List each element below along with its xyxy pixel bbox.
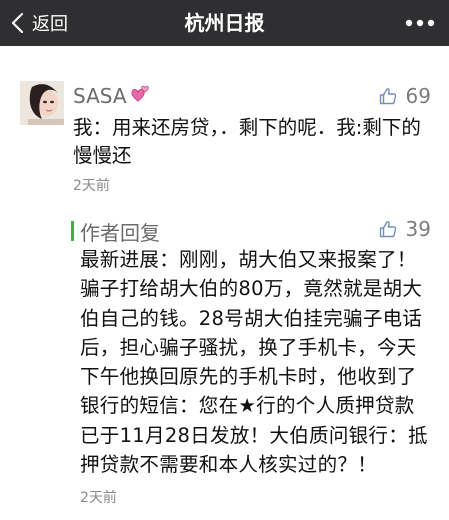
comment-time: 2天前 bbox=[73, 178, 110, 194]
reply-text-line: 已于11月28日发放！大伯质问银行：抵 bbox=[80, 423, 428, 447]
comment-like-button[interactable]: 69 bbox=[379, 84, 431, 108]
more-dots-icon bbox=[405, 19, 435, 27]
back-arrow-icon bbox=[11, 12, 24, 34]
reply-text-line: 押贷款不需要和本人核实过的？！ bbox=[80, 453, 378, 477]
reply-like-button[interactable]: 39 bbox=[379, 217, 431, 241]
comment-text-line: 慢慢还 bbox=[73, 144, 132, 167]
reply-author-label: 作者回复 bbox=[80, 221, 160, 245]
comment-username[interactable]: SASA bbox=[73, 84, 152, 108]
reply-text: 最新进展：刚刚，胡大伯又来报案了！ 骗子打给胡大伯的80万，竟然就是胡大 伯自己… bbox=[80, 245, 435, 479]
reply-like-count: 39 bbox=[405, 217, 431, 241]
thumbs-up-icon bbox=[379, 221, 396, 238]
top-nav-bar: 返回 杭州日报 bbox=[0, 0, 449, 46]
hearts-emoji-icon bbox=[130, 85, 149, 102]
avatar[interactable] bbox=[20, 81, 64, 125]
avatar-image bbox=[20, 81, 64, 125]
reply-time: 2天前 bbox=[80, 490, 117, 506]
reply-text-line: 最新进展：刚刚，胡大伯又来报案了！ bbox=[80, 248, 417, 271]
comment-like-count: 69 bbox=[405, 84, 431, 108]
reply-text-line: 骗子打给胡大伯的80万，竟然就是胡大 bbox=[80, 277, 423, 301]
more-button[interactable] bbox=[403, 0, 437, 46]
back-label: 返回 bbox=[32, 14, 68, 35]
comment-username-text: SASA bbox=[73, 84, 127, 108]
reply-text-line: 下午他换回原先的手机卡时，他收到了 bbox=[80, 365, 417, 389]
comment-text-line: 我：用来还房贷，．剩下的呢．我:剩下的 bbox=[73, 116, 421, 139]
reply-text-line: 后，担心骗子骚扰，换了手机卡，今天 bbox=[80, 335, 417, 359]
reply-text-line: 银行的短信：您在★行的个人质押贷款 bbox=[80, 394, 415, 418]
comment-text: 我：用来还房贷，．剩下的呢．我:剩下的 慢慢还 bbox=[73, 114, 423, 170]
back-button[interactable]: 返回 bbox=[10, 0, 68, 46]
reply-text-line: 伯自己的钱。28号胡大伯挂完骗子电话 bbox=[80, 306, 423, 330]
thumbs-up-icon bbox=[379, 88, 396, 105]
reply-accent-bar bbox=[71, 221, 74, 241]
